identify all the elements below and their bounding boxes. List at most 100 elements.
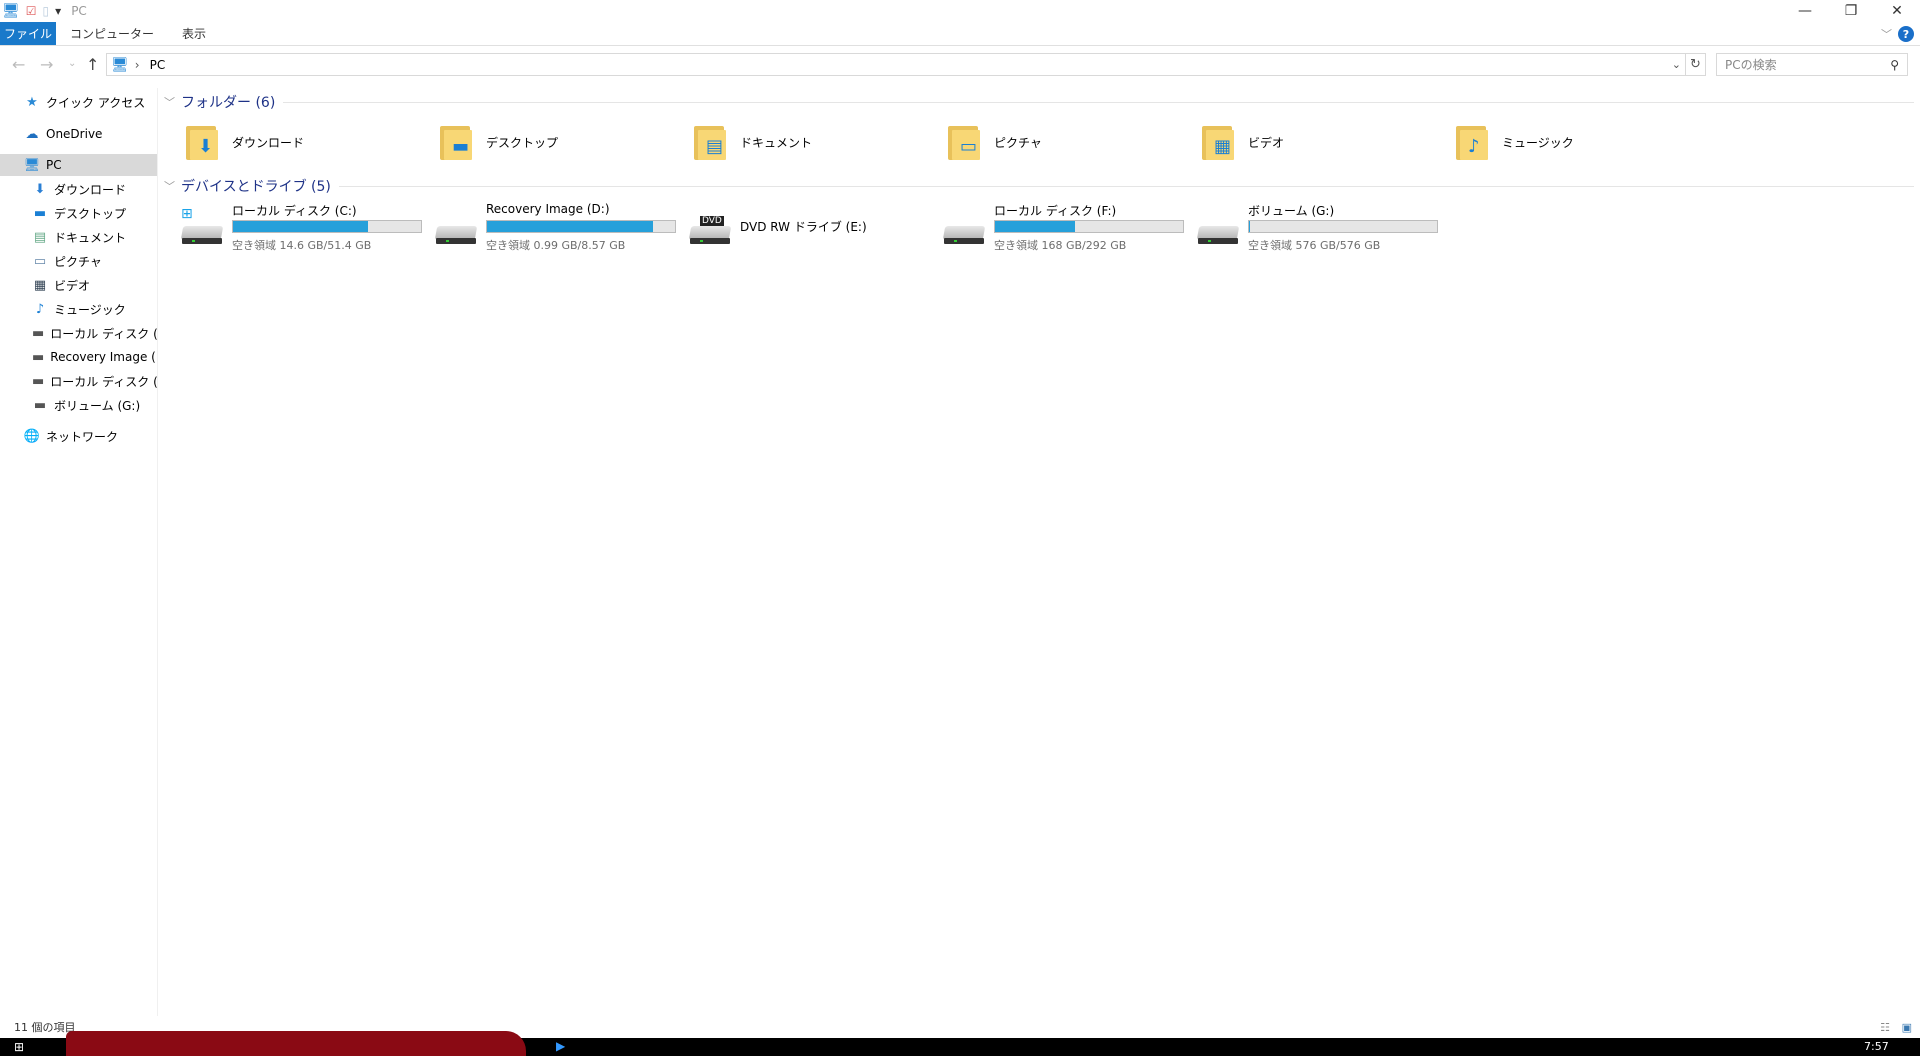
sidebar-item-label: ボリューム (G:) [54, 398, 141, 413]
folder-icon: ♪ [1454, 122, 1494, 162]
music-icon: ♪ [35, 301, 45, 317]
drive-item[interactable]: ボリューム (G:) 空き領域 576 GB/576 GB [1196, 202, 1438, 254]
breadcrumb-pc[interactable]: PC [150, 58, 166, 72]
sidebar-item-label: ビデオ [54, 278, 91, 293]
new-folder-icon[interactable]: ▯ [43, 4, 50, 18]
computer-icon: 🖥 [2, 3, 20, 19]
video-icon: ▦ [33, 277, 47, 293]
sidebar-item-label: ミュージック [54, 302, 126, 317]
address-bar[interactable]: 🖥 › PC ⌄ [106, 53, 1686, 76]
recent-locations-button[interactable]: ⌄ [68, 58, 76, 69]
up-button[interactable]: ↑ [86, 55, 99, 74]
sidebar-item-label: PC [46, 158, 62, 172]
sidebar-item-drive-c[interactable]: ▬ ローカル ディスク (C:) [0, 322, 157, 344]
forward-button[interactable]: → [40, 55, 53, 74]
divider [283, 101, 1914, 103]
sidebar-item-drive-d[interactable]: ▬ Recovery Image (D:) [0, 346, 157, 368]
customize-quick-access-icon[interactable]: ▾ [55, 4, 61, 18]
chevron-down-icon: ﹀ [164, 96, 175, 109]
sidebar-item-desktop[interactable]: ▬ デスクトップ [0, 202, 157, 224]
folder-item[interactable]: ▤ ドキュメント [692, 118, 932, 166]
search-input[interactable]: PCの検索 ⚲ [1716, 53, 1908, 76]
restore-button[interactable]: ❐ [1828, 0, 1874, 22]
sidebar-item-onedrive[interactable]: ☁ OneDrive [0, 123, 157, 145]
clock[interactable]: 7:57 [1864, 1040, 1889, 1053]
search-icon: ⚲ [1890, 57, 1899, 72]
folder-item[interactable]: ▬ デスクトップ [438, 118, 678, 166]
drive-item[interactable]: Recovery Image (D:) 空き領域 0.99 GB/8.57 GB [434, 202, 676, 254]
sidebar-item-label: ダウンロード [54, 182, 127, 197]
tab-file[interactable]: ファイル [0, 22, 56, 45]
folders-group-header[interactable]: ﹀ フォルダー (6) [164, 92, 1914, 112]
divider [338, 185, 1914, 187]
drive-name: ローカル ディスク (C:) [232, 204, 357, 218]
drive-name: Recovery Image (D:) [486, 202, 610, 216]
details-view-icon[interactable]: ☷ [1880, 1021, 1890, 1034]
window-title: PC [71, 4, 87, 18]
group-title: フォルダー (6) [181, 95, 276, 111]
redacted-area [66, 1031, 526, 1056]
computer-icon: 🖥 [23, 157, 41, 173]
drive-free-space: 空き領域 14.6 GB/51.4 GB [232, 239, 372, 252]
tab-computer[interactable]: コンピューター [56, 22, 168, 45]
folder-icon: ▤ [692, 122, 732, 162]
sidebar-item-quick-access[interactable]: ★ クイック アクセス [0, 91, 157, 113]
drive-item[interactable]: DVD DVD RW ドライブ (E:) [688, 202, 928, 254]
folder-icon: ⬇ [184, 122, 224, 162]
drive-usage-bar [994, 220, 1184, 233]
help-icon[interactable]: ? [1898, 26, 1914, 42]
sidebar-item-network[interactable]: 🌐 ネットワーク [0, 425, 157, 447]
tab-view[interactable]: 表示 [168, 22, 220, 45]
search-placeholder: PCの検索 [1725, 58, 1777, 72]
sidebar-item-pictures[interactable]: ▭ ピクチャ [0, 250, 157, 272]
drives-group-header[interactable]: ﹀ デバイスとドライブ (5) [164, 176, 1914, 196]
sidebar-item-label: ローカル ディスク (F:) [50, 374, 157, 389]
large-icons-view-icon[interactable]: ▣ [1902, 1021, 1912, 1034]
network-icon: 🌐 [23, 428, 41, 444]
folder-label: ピクチャ [994, 135, 1042, 150]
refresh-button[interactable]: ↻ [1686, 53, 1706, 76]
sidebar-item-drive-f[interactable]: ▬ ローカル ディスク (F:) [0, 370, 157, 392]
hard-drive-icon: ⊞ [180, 206, 224, 246]
sidebar-item-videos[interactable]: ▦ ビデオ [0, 274, 157, 296]
drive-usage-bar [232, 220, 422, 233]
chevron-down-icon: ﹀ [164, 180, 175, 193]
sidebar-item-label: Recovery Image (D:) [50, 350, 157, 364]
taskbar-app-icon[interactable]: ▶ [556, 1039, 565, 1053]
drive-name: ローカル ディスク (F:) [994, 204, 1117, 218]
folder-icon: ▦ [1200, 122, 1240, 162]
title-bar: 🖥 ☑ ▯ ▾ PC — ❐ ✕ [0, 0, 1920, 22]
computer-icon: 🖥 [111, 56, 129, 73]
hard-drive-icon [1196, 216, 1240, 246]
download-icon: ⬇ [34, 181, 46, 197]
back-button[interactable]: ← [12, 55, 25, 74]
folder-item[interactable]: ▭ ピクチャ [946, 118, 1186, 166]
drive-usage-bar [486, 220, 676, 233]
start-icon[interactable]: ⊞ [14, 1040, 24, 1054]
properties-icon[interactable]: ☑ [26, 4, 37, 18]
drive-item[interactable]: ローカル ディスク (F:) 空き領域 168 GB/292 GB [942, 202, 1184, 254]
close-button[interactable]: ✕ [1874, 0, 1920, 22]
drive-icon: ▬ [32, 325, 45, 341]
minimize-button[interactable]: — [1782, 0, 1828, 22]
folder-item[interactable]: ♪ ミュージック [1454, 118, 1694, 166]
sidebar-item-music[interactable]: ♪ ミュージック [0, 298, 157, 320]
sidebar-item-downloads[interactable]: ⬇ ダウンロード [0, 178, 157, 200]
sidebar-item-label: ピクチャ [54, 254, 102, 269]
folder-item[interactable]: ⬇ ダウンロード [184, 118, 424, 166]
folder-label: ダウンロード [232, 135, 305, 150]
address-history-chevron-icon[interactable]: ⌄ [1672, 58, 1681, 71]
drive-free-space: 空き領域 0.99 GB/8.57 GB [486, 239, 626, 252]
drive-name: ボリューム (G:) [1248, 204, 1335, 218]
sidebar-item-documents[interactable]: ▤ ドキュメント [0, 226, 157, 248]
expand-ribbon-icon[interactable]: ﹀ [1881, 26, 1892, 42]
hard-drive-icon [434, 216, 478, 246]
folder-icon: ▭ [946, 122, 986, 162]
navigation-pane: ★ クイック アクセス ☁ OneDrive 🖥 PC ⬇ ダウンロード ▬ デスクトップ… [0, 88, 158, 1016]
hard-drive-icon [942, 216, 986, 246]
folder-item[interactable]: ▦ ビデオ [1200, 118, 1440, 166]
folder-label: ミュージック [1502, 135, 1574, 150]
sidebar-item-drive-g[interactable]: ▬ ボリューム (G:) [0, 394, 157, 416]
sidebar-item-pc[interactable]: 🖥 PC [0, 154, 157, 176]
drive-item[interactable]: ⊞ ローカル ディスク (C:) 空き領域 14.6 GB/51.4 GB [180, 202, 422, 254]
